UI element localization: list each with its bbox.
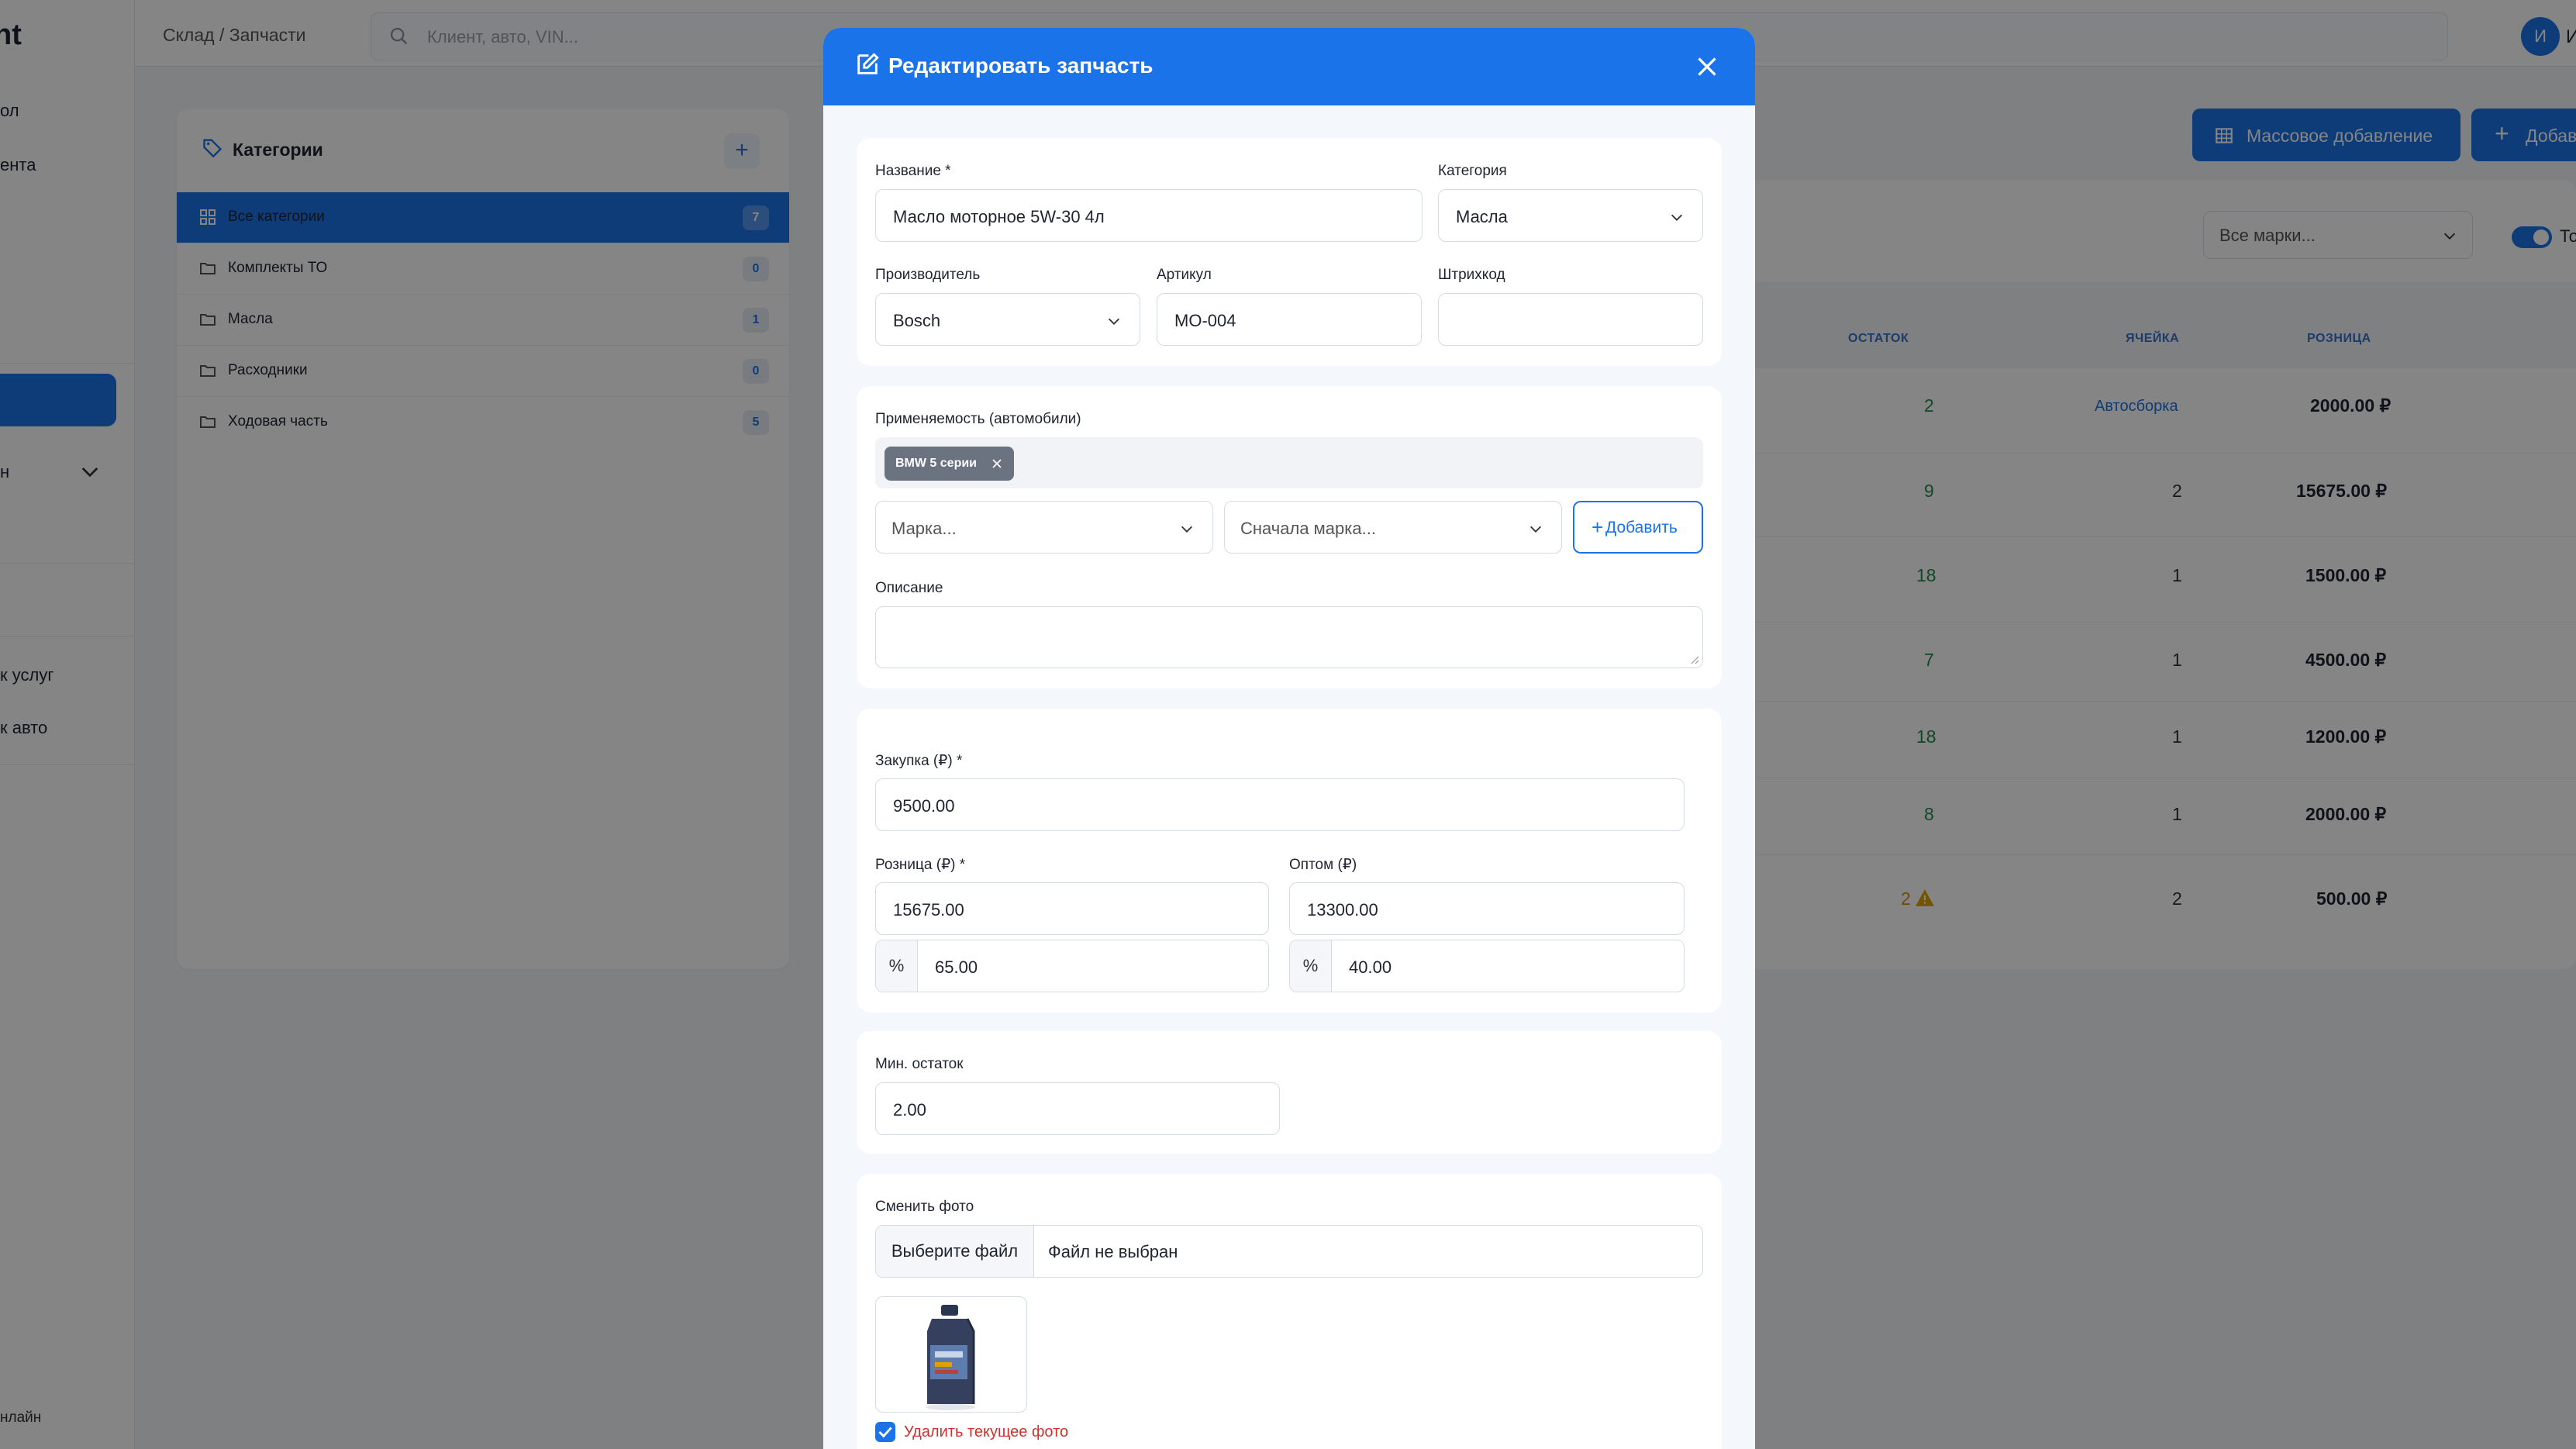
name-input[interactable]: Масло моторное 5W-30 4л (875, 189, 1422, 242)
applicability-card: Применяемость (автомобили) BMW 5 серии М… (857, 386, 1722, 688)
chevron-down-icon (1181, 526, 1193, 533)
percent-addon: % (1290, 940, 1332, 992)
purchase-input[interactable]: 9500.00 (875, 778, 1685, 831)
car-chip: BMW 5 серии (885, 447, 1015, 481)
photo-file-input[interactable]: Выберите файл Файл не выбран (875, 1225, 1703, 1278)
oil-bottle-image (926, 1305, 975, 1410)
add-car-label: Добавить (1605, 519, 1678, 536)
percent-addon: % (876, 940, 918, 992)
sku-input[interactable]: МО-004 (1157, 293, 1422, 346)
resize-handle-icon[interactable] (1688, 654, 1699, 664)
retail-percent-value: 65.00 (935, 957, 978, 977)
add-car-button[interactable]: + Добавить (1573, 501, 1703, 554)
plus-icon: + (1591, 516, 1604, 539)
model-placeholder: Сначала марка... (1240, 519, 1376, 538)
name-value: Масло моторное 5W-30 4л (893, 207, 1105, 226)
close-icon[interactable] (1693, 53, 1721, 81)
name-label: Название * (875, 163, 951, 179)
purchase-label: Закупка (₽) * (875, 753, 963, 769)
description-textarea[interactable] (875, 606, 1703, 668)
chevron-down-icon (1529, 526, 1542, 533)
category-select[interactable]: Масла (1438, 189, 1703, 242)
min-stock-label: Мин. остаток (875, 1056, 964, 1072)
sku-label: Артикул (1157, 267, 1212, 283)
wholesale-percent-input[interactable]: % 40.00 (1289, 940, 1685, 992)
checkmark-icon (878, 1427, 892, 1438)
purchase-value: 9500.00 (893, 796, 955, 816)
main-info-card: Название * Масло моторное 5W-30 4л Катег… (857, 138, 1722, 366)
category-value: Масла (1456, 207, 1508, 226)
model-select[interactable]: Сначала марка... (1224, 501, 1562, 554)
edit-icon (857, 53, 879, 74)
manufacturer-value: Bosch (893, 311, 941, 330)
make-placeholder: Марка... (891, 519, 957, 538)
applicability-chips: BMW 5 серии (875, 437, 1703, 488)
chevron-down-icon (1108, 318, 1120, 325)
retail-label: Розница (₽) * (875, 857, 966, 873)
make-select[interactable]: Марка... (875, 501, 1213, 554)
wholesale-input[interactable]: 13300.00 (1289, 882, 1685, 935)
barcode-label: Штрихкод (1438, 267, 1505, 283)
sku-value: МО-004 (1174, 311, 1236, 330)
choose-file-button[interactable]: Выберите файл (876, 1226, 1034, 1277)
delete-photo-checkbox[interactable] (875, 1422, 895, 1442)
manufacturer-label: Производитель (875, 267, 981, 283)
applicability-label: Применяемость (автомобили) (875, 411, 1081, 427)
current-photo-thumbnail (875, 1296, 1027, 1413)
category-label: Категория (1438, 163, 1507, 179)
min-stock-input[interactable]: 2.00 (875, 1082, 1280, 1135)
min-stock-value: 2.00 (893, 1100, 926, 1120)
retail-value: 15675.00 (893, 900, 964, 919)
file-status: Файл не выбран (1048, 1242, 1178, 1261)
barcode-input[interactable] (1438, 293, 1703, 346)
remove-chip-icon[interactable] (989, 456, 1005, 471)
description-label: Описание (875, 580, 943, 596)
retail-input[interactable]: 15675.00 (875, 882, 1269, 935)
car-chip-label: BMW 5 серии (895, 457, 978, 470)
manufacturer-select[interactable]: Bosch (875, 293, 1140, 346)
photo-card: Сменить фото Выберите файл Файл не выбра… (857, 1174, 1722, 1449)
wholesale-label: Оптом (₽) (1289, 857, 1357, 873)
wholesale-percent-value: 40.00 (1349, 957, 1392, 977)
chevron-down-icon (1671, 214, 1683, 221)
edit-part-modal: Редактировать запчасть Название * Масло … (823, 28, 1755, 1449)
wholesale-value: 13300.00 (1307, 900, 1378, 919)
retail-percent-input[interactable]: % 65.00 (875, 940, 1269, 992)
min-stock-card: Мин. остаток 2.00 (857, 1031, 1722, 1154)
delete-photo-label[interactable]: Удалить текущее фото (904, 1423, 1068, 1441)
modal-title: Редактировать запчасть (888, 53, 1154, 78)
modal-header: Редактировать запчасть (823, 28, 1755, 105)
photo-label: Сменить фото (875, 1199, 974, 1215)
prices-card: Закупка (₽) * 9500.00 Розница (₽) * 1567… (857, 709, 1722, 1013)
